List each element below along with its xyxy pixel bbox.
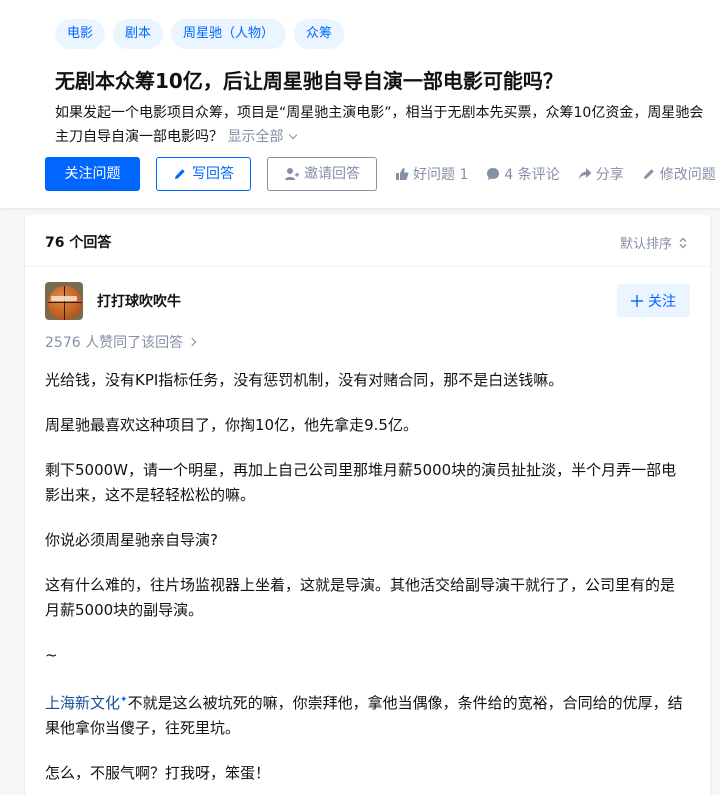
good-question-label: 好问题 1 xyxy=(413,167,469,183)
invite-answer-label: 邀请回答 xyxy=(304,166,360,182)
answers-header: 76 个回答 默认排序 xyxy=(25,215,710,267)
sort-label: 默认排序 xyxy=(619,237,672,252)
answer-paragraph: 你说必须周星驰亲自导演? xyxy=(45,531,218,549)
upvote-count[interactable]: 2576 人赞同了该回答 xyxy=(45,332,197,352)
share-label: 分享 xyxy=(595,167,624,183)
add-user-icon xyxy=(285,168,299,180)
topic-tags: 电影 剧本 周星驰（人物） 众筹 xyxy=(55,19,345,49)
thumbs-up-icon xyxy=(396,168,409,180)
edit-question-button[interactable]: 修改问题 xyxy=(642,164,716,184)
comments-label: 4 条评论 xyxy=(504,167,560,183)
avatar[interactable] xyxy=(45,282,83,320)
topic-tag[interactable]: 周星驰（人物） xyxy=(171,19,287,49)
pencil-icon xyxy=(175,169,185,179)
keyword-link[interactable]: 上海新文化✦ xyxy=(45,694,128,712)
chevron-right-icon xyxy=(187,337,197,347)
sparkle-icon: ✦ xyxy=(120,695,128,705)
upvote-count-text: 2576 人赞同了该回答 xyxy=(45,335,184,351)
answer-paragraph: 剩下5000W，请一个明星，再加上自己公司里那堆月薪5000块的演员扯扯淡，半个… xyxy=(45,461,677,504)
answer-paragraph: ~ xyxy=(45,646,58,664)
keyword-link-text: 上海新文化 xyxy=(45,694,121,712)
topic-tag[interactable]: 众筹 xyxy=(294,19,345,49)
sort-arrows-icon xyxy=(679,237,687,248)
question-actions: 关注问题 写回答 邀请回答 好问题 1 4 条评论 分享 修改问题 xyxy=(45,157,716,191)
topic-tag[interactable]: 电影 xyxy=(55,19,106,49)
show-all-button[interactable]: 显示全部 xyxy=(227,129,298,145)
question-detail-text: 如果发起一个电影项目众筹，项目是“周星驰主演电影”，相当于无剧本先买票，众筹10… xyxy=(55,105,704,145)
answer-paragraph: 上海新文化✦不就是这么被坑死的嘛，你崇拜他，拿他当偶像，条件给的宽裕，合同给的优… xyxy=(45,688,685,741)
answers-card: 76 个回答 默认排序 打打球吹吹牛 关注 2576 人赞同了该回答 光给钱，没… xyxy=(25,215,710,795)
answer-content: 光给钱，没有KPI指标任务，没有惩罚机制，没有对赌合同，那不是白送钱嘛。 周星驰… xyxy=(45,368,685,795)
question-title: 无剧本众筹10亿，后让周星驰自导自演一部电影可能吗？ xyxy=(55,69,563,93)
question-header: 电影 剧本 周星驰（人物） 众筹 无剧本众筹10亿，后让周星驰自导自演一部电影可… xyxy=(0,0,720,208)
answer-paragraph: 怎么，不服气啊？打我呀，笨蛋！ xyxy=(45,764,271,782)
chevron-down-icon xyxy=(289,130,298,140)
comment-icon xyxy=(487,168,500,180)
follow-author-label: 关注 xyxy=(648,293,676,310)
follow-question-button[interactable]: 关注问题 xyxy=(45,157,140,191)
write-answer-label: 写回答 xyxy=(192,166,234,182)
answer-author: 打打球吹吹牛 xyxy=(45,282,181,320)
answer-paragraph: 周星驰最喜欢这种项目了，你掏10亿，他先拿走9.5亿。 xyxy=(45,416,418,434)
invite-answer-button[interactable]: 邀请回答 xyxy=(267,157,377,191)
question-detail: 如果发起一个电影项目众筹，项目是“周星驰主演电影”，相当于无剧本先买票，众筹10… xyxy=(55,101,715,149)
edit-question-label: 修改问题 xyxy=(659,167,716,183)
author-name[interactable]: 打打球吹吹牛 xyxy=(97,291,181,311)
topic-tag[interactable]: 剧本 xyxy=(113,19,164,49)
pencil-icon xyxy=(643,169,654,179)
comments-button[interactable]: 4 条评论 xyxy=(486,164,560,184)
share-button[interactable]: 分享 xyxy=(578,164,624,184)
share-icon xyxy=(578,168,592,180)
answer-count: 76 个回答 xyxy=(45,235,112,251)
answer-paragraph-text: 不就是这么被坑死的嘛，你崇拜他，拿他当偶像，条件给的宽裕，合同给的优厚，结果他拿… xyxy=(45,694,683,737)
answer-paragraph: 这有什么难的，往片场监视器上坐着，这就是导演。其他活交给副导演干就行了，公司里有… xyxy=(45,576,676,619)
follow-author-button[interactable]: 关注 xyxy=(617,284,690,317)
answer-paragraph: 光给钱，没有KPI指标任务，没有惩罚机制，没有对赌合同，那不是白送钱嘛。 xyxy=(45,371,564,389)
sort-dropdown[interactable]: 默认排序 xyxy=(620,233,688,252)
write-answer-button[interactable]: 写回答 xyxy=(156,157,251,191)
show-all-label: 显示全部 xyxy=(227,129,284,145)
good-question-button[interactable]: 好问题 1 xyxy=(395,164,468,184)
plus-icon xyxy=(631,294,643,307)
